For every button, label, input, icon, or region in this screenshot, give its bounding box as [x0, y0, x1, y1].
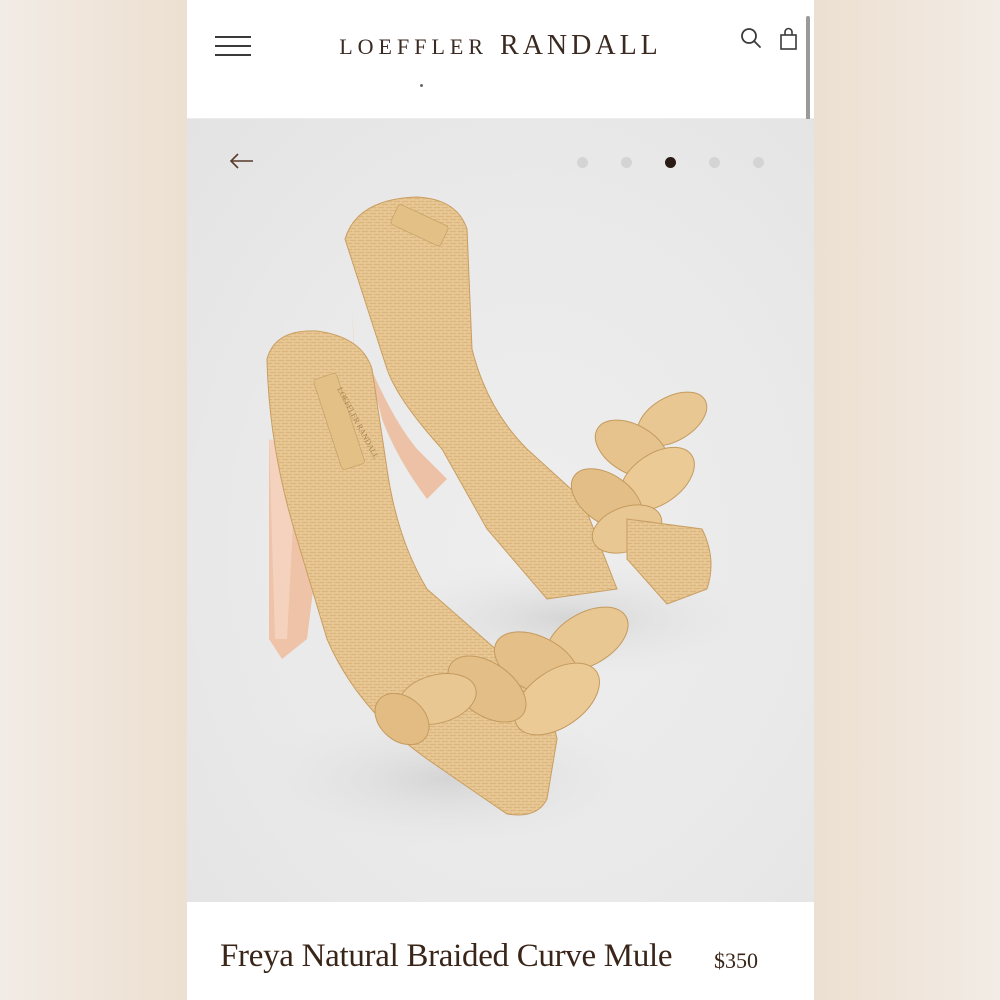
product-title: Freya Natural Braided Curve Mule	[220, 938, 673, 974]
arrow-left-icon[interactable]	[227, 149, 257, 173]
product-image-gallery[interactable]: LOEFFLER RANDALL	[187, 119, 814, 902]
mobile-page: LOEFFLER RANDALL LOEFFLER RANDALL Freya …	[187, 0, 814, 1000]
search-icon[interactable]	[738, 24, 766, 54]
background-blur-right	[814, 0, 1000, 1000]
site-header: LOEFFLER RANDALL	[187, 0, 814, 119]
gallery-dot-1[interactable]	[577, 157, 588, 168]
shopping-bag-icon[interactable]	[777, 24, 805, 54]
brand-logo[interactable]: LOEFFLER RANDALL	[187, 30, 814, 62]
gallery-dot-5[interactable]	[753, 157, 764, 168]
brand-name-part2: RANDALL	[500, 30, 662, 61]
gallery-dot-4[interactable]	[709, 157, 720, 168]
header-divider-mark	[420, 84, 423, 87]
product-info: Freya Natural Braided Curve Mule $350	[187, 902, 814, 1000]
background-blur-left	[0, 0, 187, 1000]
gallery-dot-2[interactable]	[621, 157, 632, 168]
product-price: $350	[714, 948, 758, 973]
product-image: LOEFFLER RANDALL	[247, 196, 767, 849]
brand-name-part1: LOEFFLER	[339, 34, 489, 59]
gallery-dot-3[interactable]	[665, 157, 676, 168]
